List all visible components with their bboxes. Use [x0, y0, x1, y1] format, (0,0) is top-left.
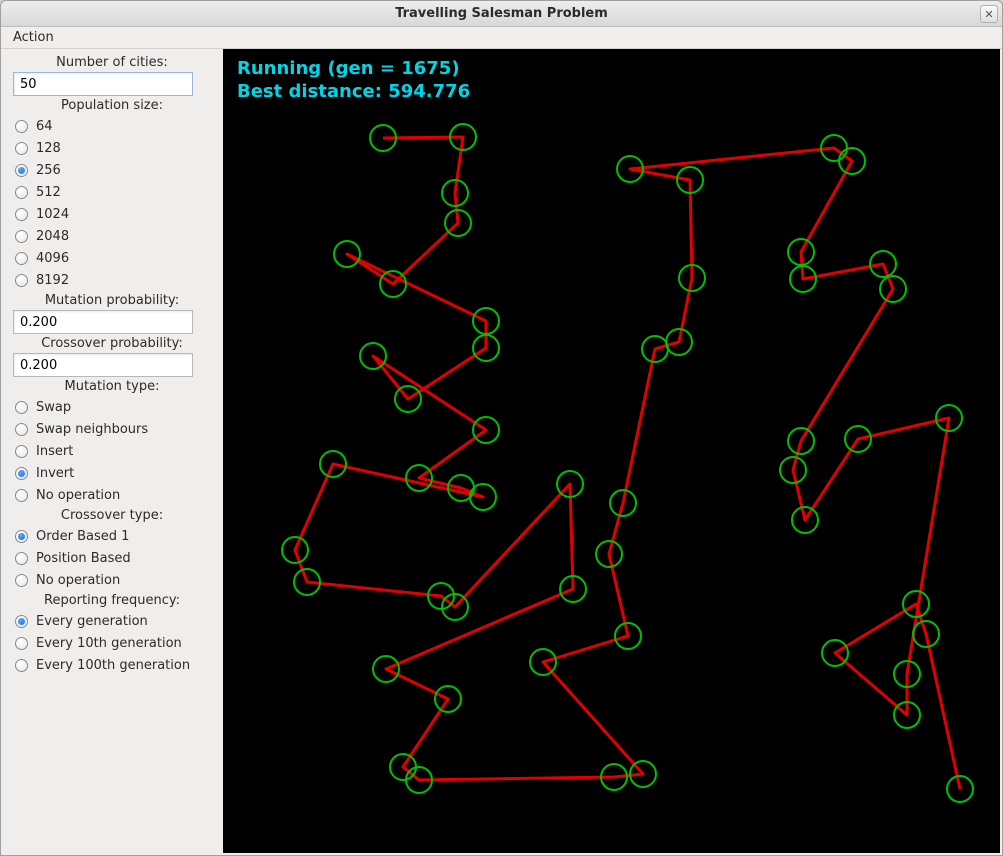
- menubar: Action: [1, 27, 1002, 49]
- radio-icon: [15, 230, 28, 243]
- radio-icon: [15, 401, 28, 414]
- radio-icon: [15, 615, 28, 628]
- mutation-type-option-invert[interactable]: Invert: [13, 462, 211, 484]
- sidebar: Number of cities: Population size: 64 128…: [1, 49, 223, 855]
- radio-icon: [15, 274, 28, 287]
- reporting-label: Reporting frequency:: [13, 593, 211, 608]
- close-icon: ✕: [984, 8, 993, 21]
- mutation-type-group: Swap Swap neighbours Insert Invert No operat…: [13, 396, 211, 506]
- crossover-type-group: Order Based 1 Position Based No operation: [13, 525, 211, 591]
- crossover-prob-label: Crossover probability:: [13, 336, 211, 351]
- radio-icon: [15, 423, 28, 436]
- pop-size-group: 64 128 256 512 1024 2048 4096 8192: [13, 115, 211, 291]
- pop-size-option-label: 4096: [36, 251, 69, 266]
- mutation-prob-input[interactable]: [13, 310, 193, 334]
- pop-size-option-label: 256: [36, 163, 61, 178]
- pop-size-option-1024[interactable]: 1024: [13, 203, 211, 225]
- radio-icon: [15, 142, 28, 155]
- mutation-type-option-label: Swap: [36, 400, 71, 415]
- mutation-type-option-label: Swap neighbours: [36, 422, 148, 437]
- pop-size-option-label: 512: [36, 185, 61, 200]
- radio-icon: [15, 120, 28, 133]
- pop-size-option-2048[interactable]: 2048: [13, 225, 211, 247]
- pop-size-option-128[interactable]: 128: [13, 137, 211, 159]
- pop-size-option-64[interactable]: 64: [13, 115, 211, 137]
- reporting-option-every-100th-generation[interactable]: Every 100th generation: [13, 654, 211, 676]
- tsp-canvas: Running (gen = 1675) Best distance: 594.…: [223, 49, 1000, 853]
- pop-size-option-label: 8192: [36, 273, 69, 288]
- radio-icon: [15, 164, 28, 177]
- pop-size-option-8192[interactable]: 8192: [13, 269, 211, 291]
- pop-size-option-label: 64: [36, 119, 53, 134]
- menu-action[interactable]: Action: [7, 28, 60, 47]
- crossover-type-option-position-based[interactable]: Position Based: [13, 547, 211, 569]
- num-cities-label: Number of cities:: [13, 55, 211, 70]
- radio-icon: [15, 252, 28, 265]
- mutation-type-option-no-operation[interactable]: No operation: [13, 484, 211, 506]
- radio-icon: [15, 467, 28, 480]
- mutation-type-option-swap[interactable]: Swap: [13, 396, 211, 418]
- radio-icon: [15, 637, 28, 650]
- titlebar: Travelling Salesman Problem ✕: [1, 1, 1002, 27]
- radio-icon: [15, 659, 28, 672]
- radio-icon: [15, 489, 28, 502]
- radio-icon: [15, 445, 28, 458]
- pop-size-option-4096[interactable]: 4096: [13, 247, 211, 269]
- radio-icon: [15, 208, 28, 221]
- close-button[interactable]: ✕: [980, 5, 998, 23]
- mutation-type-option-label: No operation: [36, 488, 120, 503]
- crossover-type-option-label: Order Based 1: [36, 529, 129, 544]
- crossover-type-label: Crossover type:: [13, 508, 211, 523]
- reporting-option-label: Every 100th generation: [36, 658, 190, 673]
- pop-size-label: Population size:: [13, 98, 211, 113]
- route-path: [295, 137, 960, 789]
- crossover-prob-input[interactable]: [13, 353, 193, 377]
- reporting-group: Every generation Every 10th generation Eve…: [13, 610, 211, 676]
- pop-size-option-label: 128: [36, 141, 61, 156]
- mutation-type-option-label: Invert: [36, 466, 74, 481]
- route-svg: [223, 49, 1002, 855]
- mutation-prob-label: Mutation probability:: [13, 293, 211, 308]
- pop-size-option-label: 2048: [36, 229, 69, 244]
- reporting-option-every-10th-generation[interactable]: Every 10th generation: [13, 632, 211, 654]
- reporting-option-label: Every 10th generation: [36, 636, 182, 651]
- radio-icon: [15, 574, 28, 587]
- radio-icon: [15, 186, 28, 199]
- mutation-type-option-label: Insert: [36, 444, 73, 459]
- radio-icon: [15, 552, 28, 565]
- app-window: Travelling Salesman Problem ✕ Action Num…: [0, 0, 1003, 856]
- crossover-type-option-order-based-1[interactable]: Order Based 1: [13, 525, 211, 547]
- crossover-type-option-label: No operation: [36, 573, 120, 588]
- mutation-type-option-swap-neighbours[interactable]: Swap neighbours: [13, 418, 211, 440]
- pop-size-option-label: 1024: [36, 207, 69, 222]
- reporting-option-label: Every generation: [36, 614, 148, 629]
- window-title: Travelling Salesman Problem: [395, 6, 608, 21]
- crossover-type-option-no-operation[interactable]: No operation: [13, 569, 211, 591]
- pop-size-option-512[interactable]: 512: [13, 181, 211, 203]
- num-cities-input[interactable]: [13, 72, 193, 96]
- content: Number of cities: Population size: 64 128…: [1, 49, 1002, 855]
- reporting-option-every-generation[interactable]: Every generation: [13, 610, 211, 632]
- crossover-type-option-label: Position Based: [36, 551, 131, 566]
- radio-icon: [15, 530, 28, 543]
- mutation-type-option-insert[interactable]: Insert: [13, 440, 211, 462]
- mutation-type-label: Mutation type:: [13, 379, 211, 394]
- pop-size-option-256[interactable]: 256: [13, 159, 211, 181]
